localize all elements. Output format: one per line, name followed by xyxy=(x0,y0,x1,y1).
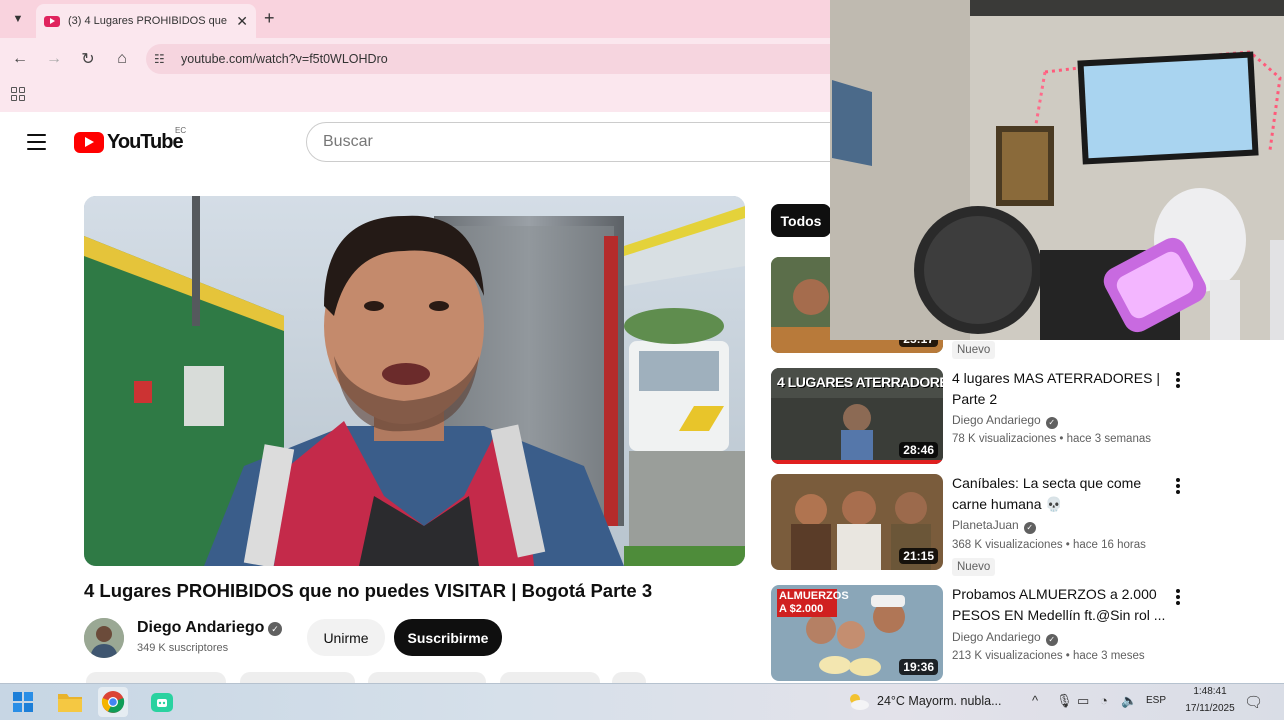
url-text[interactable]: youtube.com/watch?v=f5t0WLOHDro xyxy=(181,52,388,66)
country-code: EC xyxy=(175,126,187,135)
verified-check-icon: ✓ xyxy=(1045,417,1058,429)
network-icon[interactable]: ◔ xyxy=(1100,693,1108,708)
menu-icon[interactable] xyxy=(27,134,46,150)
chrome-icon[interactable] xyxy=(98,687,128,717)
weather-cloud-icon[interactable] xyxy=(843,687,873,717)
volume-icon[interactable]: 🔈 xyxy=(1121,693,1137,709)
rec-channel-name-3: PlanetaJuan xyxy=(952,518,1019,532)
start-windows-icon[interactable] xyxy=(8,687,38,717)
more-options-icon[interactable] xyxy=(1176,478,1180,494)
verified-check-icon: ✓ xyxy=(268,622,282,636)
clock-time[interactable]: 1:48:41 xyxy=(1180,686,1240,697)
file-explorer-icon[interactable] xyxy=(55,687,85,717)
notifications-icon[interactable]: 🗨 xyxy=(1244,693,1263,711)
store-app-icon[interactable] xyxy=(147,687,177,717)
home-icon[interactable]: ⌂ xyxy=(110,47,134,71)
microphone-icon[interactable]: 🎙 xyxy=(1056,693,1073,709)
back-arrow-icon[interactable]: ← xyxy=(8,47,32,71)
site-info-icon[interactable]: ☷ xyxy=(154,52,165,66)
join-button[interactable]: Unirme xyxy=(307,619,385,656)
youtube-logo-text[interactable]: YouTube xyxy=(107,131,184,154)
rec-meta-3: 368 K visualizaciones • hace 16 horas xyxy=(952,539,1146,551)
webcam-overlay xyxy=(830,0,1284,340)
webcam-room-image xyxy=(830,0,1284,340)
bookmarks-bar xyxy=(0,82,830,112)
more-options-icon[interactable] xyxy=(1176,372,1180,388)
rec-thumbnail-2[interactable]: 4 LUGARES ATERRADORES 28:46 xyxy=(771,368,943,464)
subscribe-button[interactable]: Suscribirme xyxy=(394,619,502,656)
verified-check-icon: ✓ xyxy=(1023,522,1036,534)
rec-channel-4[interactable]: Diego Andariego ✓ xyxy=(952,630,1058,646)
rec-thumb-text-2: 4 LUGARES ATERRADORES xyxy=(777,374,943,390)
more-options-icon[interactable] xyxy=(1176,589,1180,605)
weather-text[interactable]: 24°C Mayorm. nubla... xyxy=(877,694,1002,708)
rec-duration-2: 28:46 xyxy=(899,442,938,458)
youtube-logo-icon[interactable] xyxy=(74,132,104,153)
rec-thumb-text-4: ALMUERZOS A $2.000 xyxy=(777,589,849,617)
rec-title-2[interactable]: 4 lugares MAS ATERRADORES | Parte 2 xyxy=(952,368,1166,410)
rec-meta-2: 78 K visualizaciones • hace 3 semanas xyxy=(952,433,1151,445)
subscriber-count: 349 K suscriptores xyxy=(137,642,229,654)
new-tab-button[interactable]: + xyxy=(264,8,275,29)
rec-title-3[interactable]: Caníbales: La secta que come carne human… xyxy=(952,473,1166,515)
video-frame-image xyxy=(84,196,745,566)
rec-thumbnail-4[interactable]: ALMUERZOS A $2.000 19:36 xyxy=(771,585,943,681)
rec-channel-name-2: Diego Andariego xyxy=(952,413,1041,427)
rec-duration-3: 21:15 xyxy=(899,548,938,564)
rec-channel-2[interactable]: Diego Andariego ✓ xyxy=(952,413,1058,429)
tab-close-icon[interactable]: ✕ xyxy=(236,13,248,30)
input-language[interactable]: ESP xyxy=(1146,695,1166,706)
tab-title: (3) 4 Lugares PROHIBIDOS que xyxy=(68,15,227,27)
rec-channel-name-4: Diego Andariego xyxy=(952,630,1041,644)
tab-search-dropdown-icon[interactable]: ▼ xyxy=(6,7,30,31)
display-icon[interactable]: ▭ xyxy=(1077,693,1089,709)
search-placeholder: Buscar xyxy=(323,133,373,150)
windows-taskbar xyxy=(0,683,1284,720)
channel-name[interactable]: Diego Andariego xyxy=(137,619,264,637)
youtube-favicon-icon xyxy=(44,15,60,27)
show-hidden-icons-chevron-icon[interactable]: ^ xyxy=(1032,693,1038,708)
rec-duration-4: 19:36 xyxy=(899,659,938,675)
browser-tab-active[interactable]: (3) 4 Lugares PROHIBIDOS que ✕ xyxy=(36,4,256,38)
rec-meta-4: 213 K visualizaciones • hace 3 meses xyxy=(952,650,1145,662)
rec-thumbnail-3[interactable]: 21:15 xyxy=(771,474,943,570)
verified-check-icon: ✓ xyxy=(1045,634,1058,646)
clock-date[interactable]: 17/11/2025 xyxy=(1180,703,1240,714)
rec-title-4[interactable]: Probamos ALMUERZOS a 2.000 PESOS EN Mede… xyxy=(952,584,1166,626)
new-badge-1: Nuevo xyxy=(952,341,996,359)
reload-icon[interactable]: ↻ xyxy=(76,47,100,71)
search-input[interactable]: Buscar xyxy=(306,122,846,162)
rec-channel-3[interactable]: PlanetaJuan ✓ xyxy=(952,518,1036,534)
new-badge-3: Nuevo xyxy=(952,558,996,576)
forward-arrow-icon[interactable]: → xyxy=(42,47,66,71)
apps-grid-icon[interactable] xyxy=(11,87,25,101)
channel-avatar[interactable] xyxy=(84,618,124,658)
chip-all[interactable]: Todos xyxy=(771,204,831,237)
video-title: 4 Lugares PROHIBIDOS que no puedes VISIT… xyxy=(84,580,653,601)
video-player[interactable] xyxy=(84,196,745,566)
